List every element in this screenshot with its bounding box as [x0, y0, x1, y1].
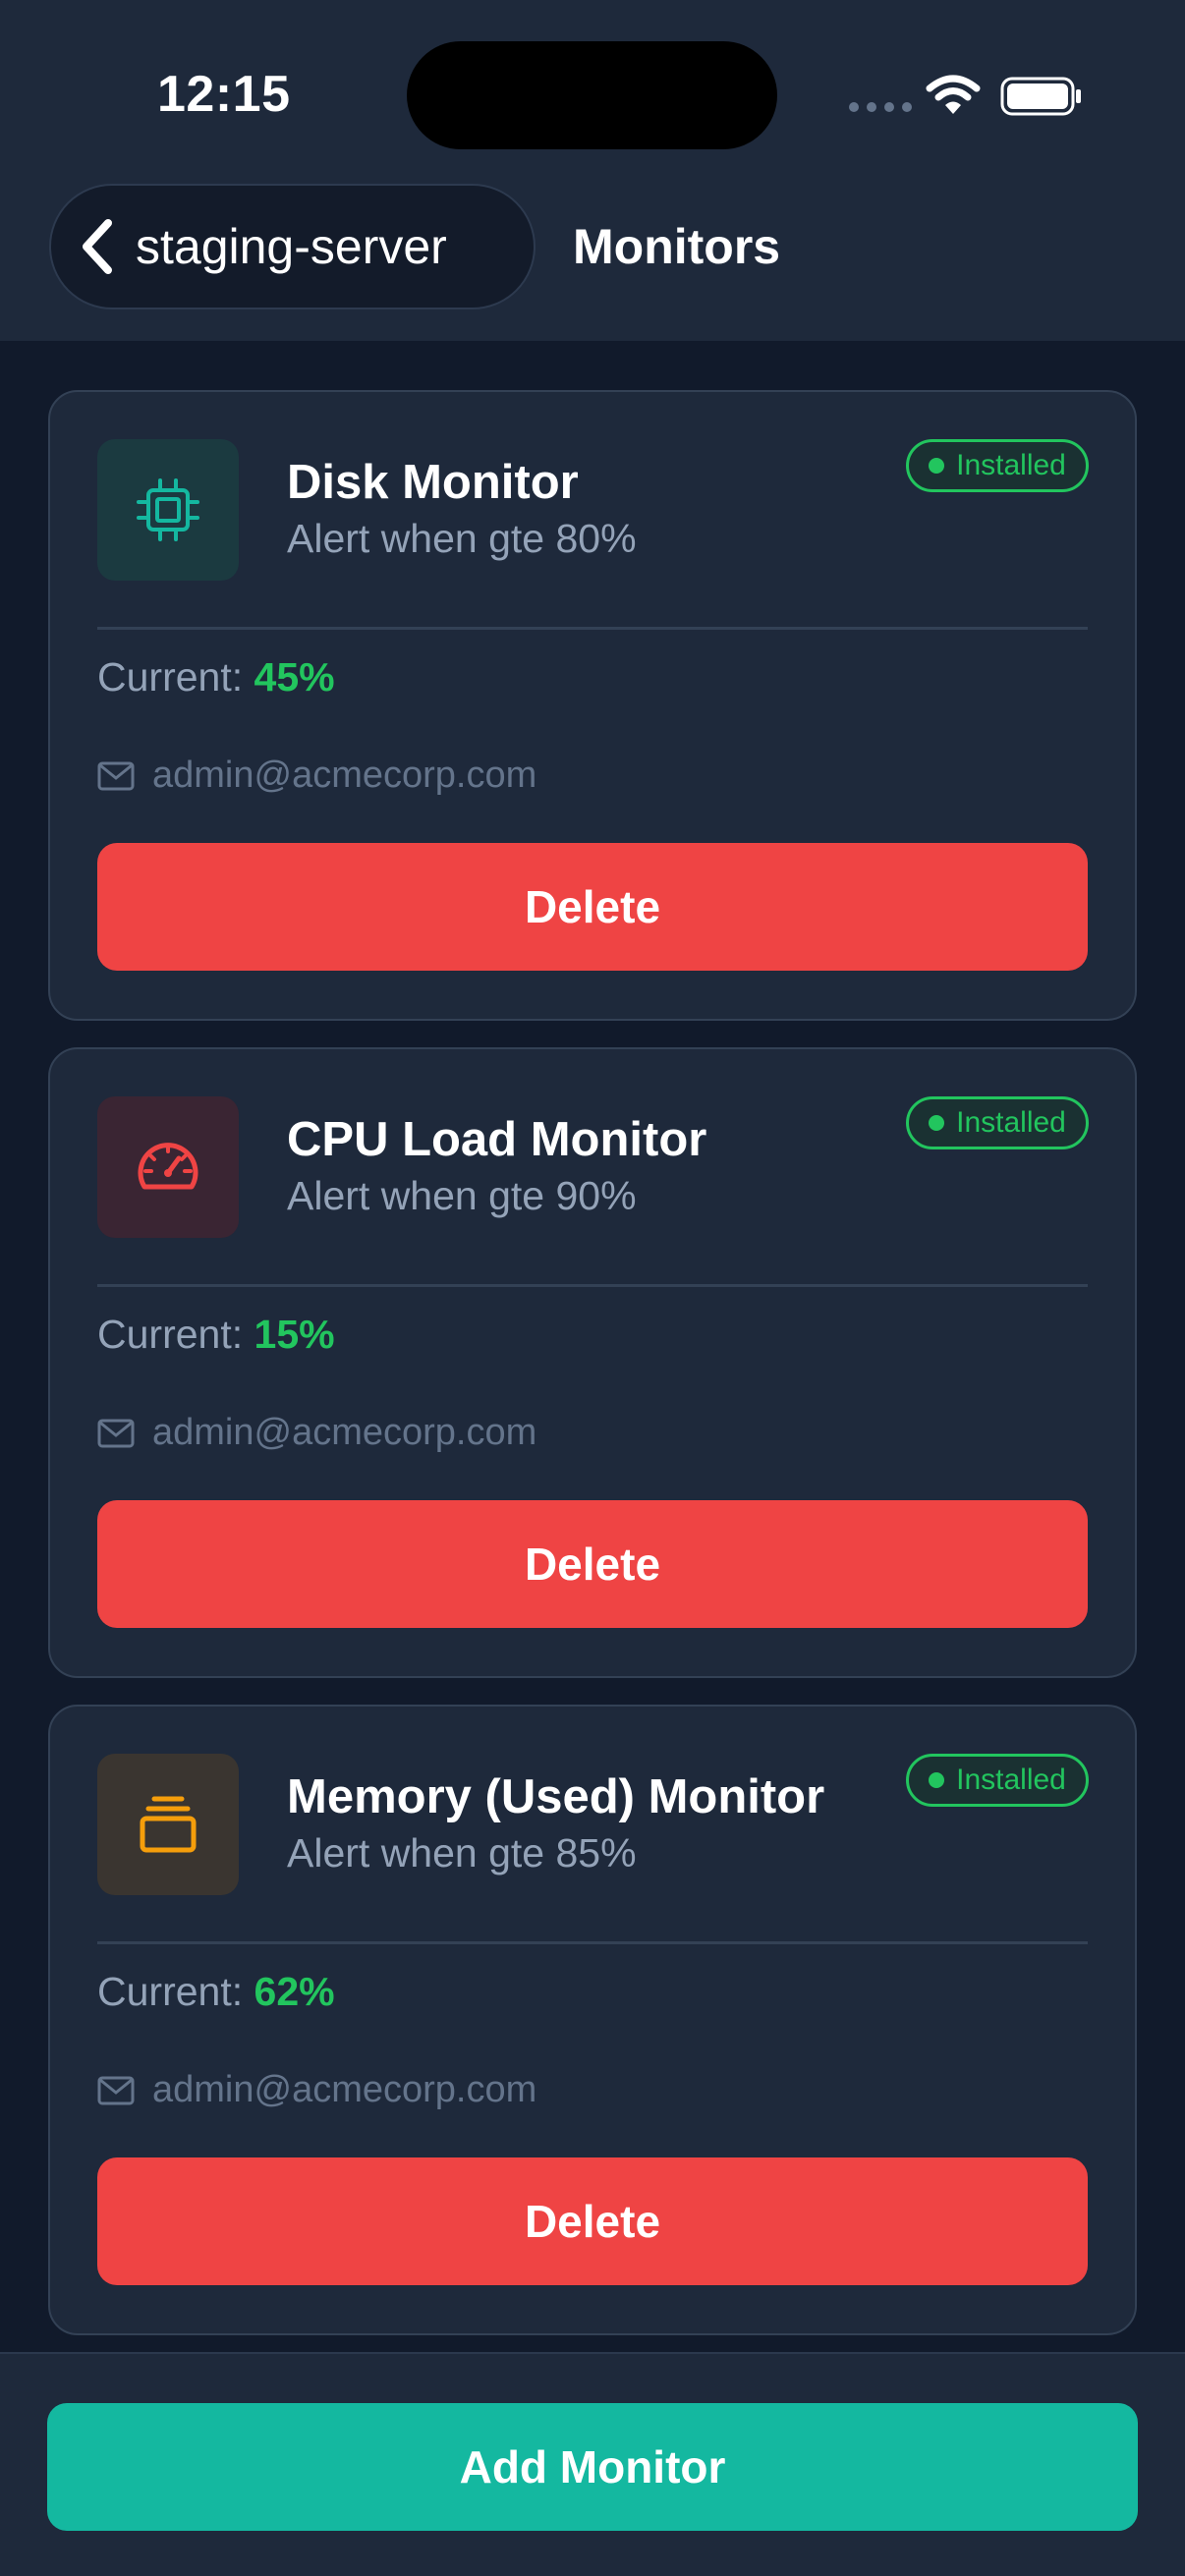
back-label: staging-server [136, 219, 447, 274]
delete-label: Delete [524, 2196, 661, 2247]
monitor-title: Memory (Used) Monitor [287, 1770, 825, 1823]
email-text: admin@acmecorp.com [152, 2069, 537, 2110]
monitor-card: CPU Load Monitor Alert when gte 90% Inst… [48, 1047, 1137, 1678]
wifi-icon [926, 75, 981, 114]
email-text: admin@acmecorp.com [152, 1412, 537, 1453]
monitors-screen: 12:15 staging-server Monitors Disk Monit… [0, 0, 1185, 2576]
monitor-icon-box [97, 439, 239, 581]
status-dot [929, 1115, 945, 1131]
mail-icon [97, 2076, 135, 2104]
monitor-icon-box [97, 1754, 239, 1895]
stack-icon [140, 1796, 197, 1853]
current-value: 62% [254, 1969, 335, 2014]
status-badge-label: Installed [956, 1106, 1066, 1139]
status-dot [929, 458, 945, 474]
bottom-bar: Add Monitor [0, 2352, 1185, 2576]
page-title: Monitors [573, 219, 781, 274]
divider [97, 627, 1088, 630]
monitor-card: Disk Monitor Alert when gte 80% Installe… [48, 390, 1137, 1021]
add-monitor-label: Add Monitor [459, 2441, 726, 2492]
alert-email: admin@acmecorp.com [97, 1412, 536, 1454]
delete-button[interactable]: Delete [97, 1500, 1088, 1628]
header: 12:15 staging-server Monitors [0, 0, 1185, 341]
delete-button[interactable]: Delete [97, 843, 1088, 971]
current-label: Current: [97, 654, 244, 700]
status-badge: Installed [906, 1096, 1089, 1149]
alert-email: admin@acmecorp.com [97, 755, 536, 797]
monitor-title: Disk Monitor [287, 456, 579, 509]
alert-email: admin@acmecorp.com [97, 2069, 536, 2111]
email-text: admin@acmecorp.com [152, 755, 537, 796]
monitor-threshold: Alert when gte 85% [287, 1830, 637, 1876]
gauge-icon [138, 1143, 198, 1190]
divider [97, 1941, 1088, 1944]
status-badge: Installed [906, 1754, 1089, 1807]
current-value: 45% [254, 654, 335, 700]
status-badge-label: Installed [956, 1764, 1066, 1796]
mail-icon [97, 1419, 135, 1447]
status-badge-label: Installed [956, 449, 1066, 481]
current-reading: Current: 15% [97, 1312, 335, 1358]
monitor-icon-box [97, 1096, 239, 1238]
chevron-left-icon [83, 219, 112, 274]
current-reading: Current: 45% [97, 654, 335, 700]
add-monitor-button[interactable]: Add Monitor [47, 2403, 1138, 2531]
monitor-threshold: Alert when gte 90% [287, 1173, 637, 1218]
status-time: 12:15 [157, 66, 291, 123]
delete-label: Delete [524, 881, 661, 932]
battery-icon [1000, 77, 1081, 116]
cellular-signal-icon [849, 102, 912, 112]
current-value: 15% [254, 1312, 335, 1357]
status-badge: Installed [906, 439, 1089, 492]
monitor-threshold: Alert when gte 80% [287, 516, 637, 561]
back-button[interactable]: staging-server [49, 184, 536, 309]
status-dot [929, 1772, 945, 1788]
chip-icon [137, 478, 199, 541]
delete-label: Delete [524, 1539, 661, 1590]
monitor-title: CPU Load Monitor [287, 1113, 707, 1166]
monitor-card: Memory (Used) Monitor Alert when gte 85%… [48, 1705, 1137, 2335]
dynamic-island [407, 41, 777, 149]
current-label: Current: [97, 1312, 244, 1357]
current-label: Current: [97, 1969, 244, 2014]
divider [97, 1284, 1088, 1287]
current-reading: Current: 62% [97, 1969, 335, 2015]
delete-button[interactable]: Delete [97, 2157, 1088, 2285]
mail-icon [97, 761, 135, 790]
